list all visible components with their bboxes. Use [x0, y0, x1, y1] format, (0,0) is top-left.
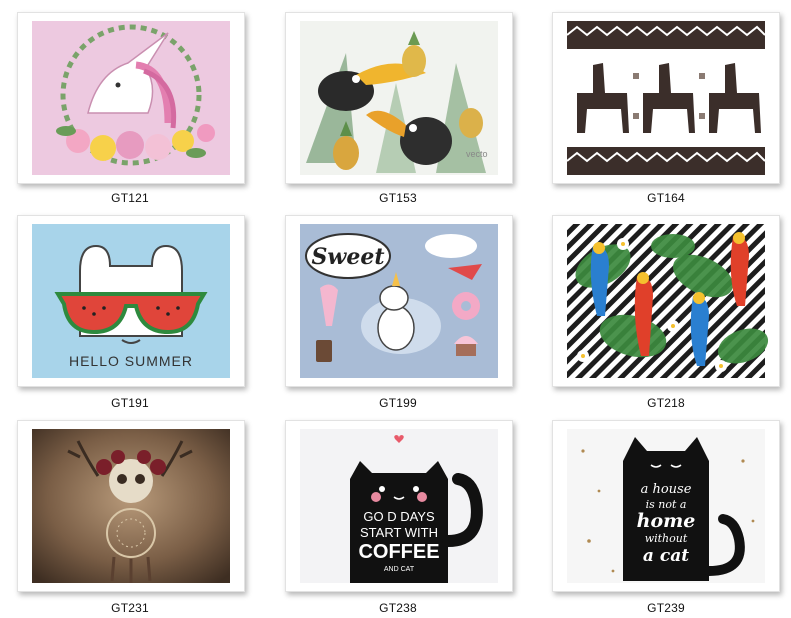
- tapestry-thumbnail-gt231[interactable]: [17, 420, 245, 592]
- quote-line-4: without: [645, 532, 688, 545]
- quote-line-3: home: [637, 510, 696, 532]
- item-code-gt121: GT121: [111, 191, 149, 205]
- tapestry-caption: HELLO SUMMER: [69, 353, 193, 369]
- dreamcatcher-tapestry-image: [32, 429, 230, 583]
- quote-line-3: COFFEE: [358, 541, 439, 563]
- llama-tapestry-image: [566, 19, 766, 177]
- sweet-unicorn-tapestry-image: Sweet: [300, 224, 498, 378]
- bubble-text: Sweet: [312, 244, 385, 270]
- parrot-tapestry-image: [567, 224, 769, 378]
- coffee-cat-tapestry-image: GO D DAYS START WITH COFFEE AND CAT: [300, 429, 498, 583]
- quote-line-1: GO D DAYS: [363, 509, 435, 524]
- quote-subline: AND CAT: [384, 566, 415, 573]
- quote-line-2: START WITH: [360, 525, 438, 540]
- item-code-gt239: GT239: [647, 601, 685, 615]
- tapestry-thumbnail-gt164[interactable]: [552, 12, 780, 184]
- item-code-gt231: GT231: [111, 601, 149, 615]
- tapestry-thumbnail-gt218[interactable]: [552, 215, 780, 387]
- unicorn-tapestry-image: [32, 21, 230, 175]
- item-code-gt191: GT191: [111, 396, 149, 410]
- home-cat-tapestry-image: a house is not a home without a cat: [567, 429, 765, 583]
- watermark-text: vecto: [466, 149, 488, 159]
- tapestry-thumbnail-gt238[interactable]: GO D DAYS START WITH COFFEE AND CAT: [285, 420, 513, 592]
- item-code-gt218: GT218: [647, 396, 685, 410]
- quote-line-5: a cat: [643, 546, 689, 566]
- tapestry-thumbnail-gt199[interactable]: Sweet: [285, 215, 513, 387]
- tapestry-thumbnail-gt121[interactable]: [17, 12, 245, 184]
- item-code-gt238: GT238: [379, 601, 417, 615]
- toucan-tapestry-image: vecto: [300, 21, 498, 175]
- tapestry-thumbnail-gt239[interactable]: a house is not a home without a cat: [552, 420, 780, 592]
- item-code-gt199: GT199: [379, 396, 417, 410]
- hello-summer-tapestry-image: HELLO SUMMER: [32, 224, 230, 378]
- quote-line-1: a house: [641, 482, 692, 497]
- item-code-gt153: GT153: [379, 191, 417, 205]
- tapestry-thumbnail-gt191[interactable]: HELLO SUMMER: [17, 215, 245, 387]
- item-code-gt164: GT164: [647, 191, 685, 205]
- tapestry-thumbnail-gt153[interactable]: vecto: [285, 12, 513, 184]
